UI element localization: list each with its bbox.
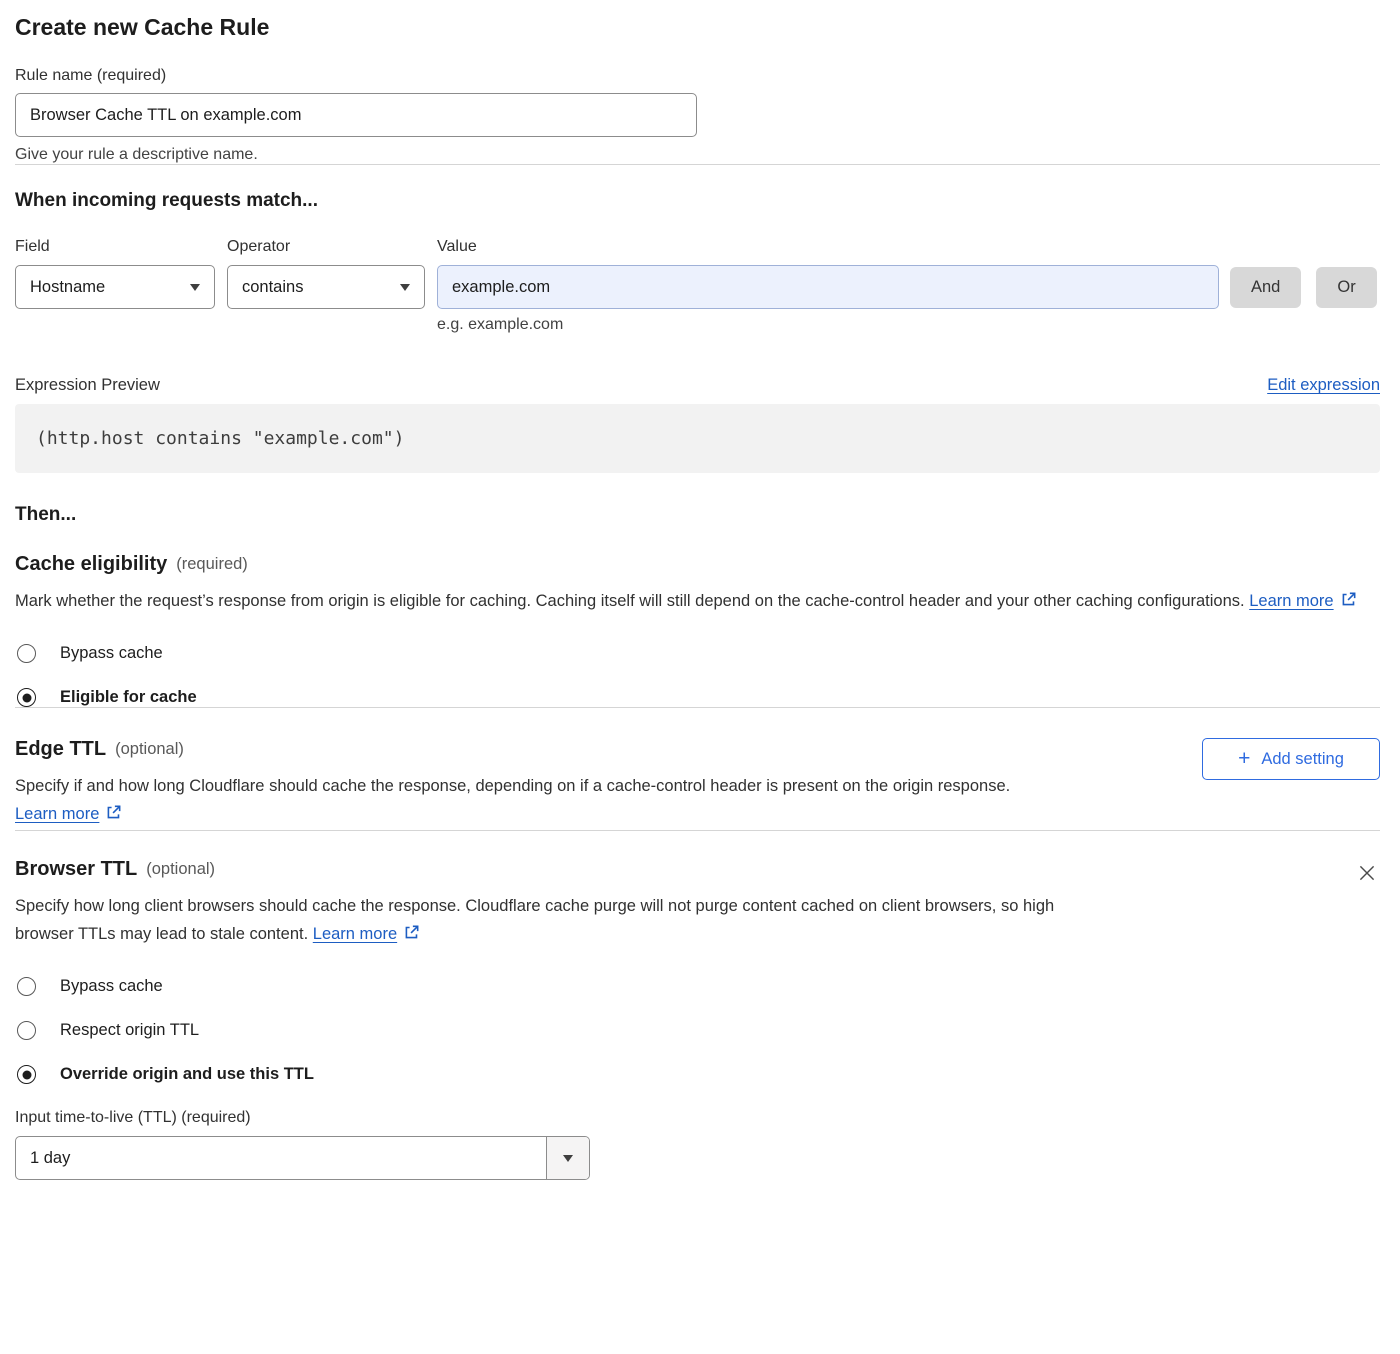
value-input[interactable]: [437, 265, 1219, 309]
value-label: Value: [437, 238, 477, 256]
rule-name-label: Rule name (required): [15, 67, 1380, 85]
expression-preview-label: Expression Preview: [15, 376, 160, 395]
radio-eligible-for-cache[interactable]: Eligible for cache: [15, 688, 1380, 707]
add-setting-button[interactable]: + Add setting: [1202, 738, 1380, 780]
match-column-labels: Field Operator Value: [15, 238, 1380, 256]
edge-ttl-description-text: Specify if and how long Cloudflare shoul…: [15, 777, 1010, 795]
browser-ttl-title-row: Browser TTL (optional): [15, 858, 1115, 881]
radio-icon: [17, 1021, 36, 1040]
external-link-icon: [1340, 594, 1357, 612]
value-helper: e.g. example.com: [437, 316, 1380, 334]
browser-ttl-header: Browser TTL (optional) Specify how long …: [15, 858, 1380, 950]
close-icon[interactable]: [1354, 860, 1380, 886]
radio-selected-icon: [17, 688, 36, 707]
ttl-select[interactable]: 1 day: [15, 1136, 590, 1180]
edge-ttl-qualifier: (optional): [115, 740, 184, 759]
radio-label: Bypass cache: [60, 977, 163, 996]
ttl-input-label: Input time-to-live (TTL) (required): [15, 1109, 1380, 1127]
and-button[interactable]: And: [1230, 267, 1301, 308]
edit-expression-link[interactable]: Edit expression: [1267, 376, 1380, 395]
radio-respect-origin-ttl[interactable]: Respect origin TTL: [15, 1021, 1380, 1040]
cache-eligibility-header: Cache eligibility (required): [15, 553, 1380, 576]
ttl-select-value: 1 day: [16, 1137, 546, 1179]
expression-code-box: (http.host contains "example.com"): [15, 404, 1380, 473]
create-cache-rule-form: Create new Cache Rule Rule name (require…: [15, 14, 1380, 1180]
radio-selected-icon: [17, 1065, 36, 1084]
operator-label: Operator: [227, 238, 437, 256]
learn-more-link[interactable]: Learn more: [15, 805, 99, 823]
external-link-icon: [105, 807, 122, 825]
rule-name-input[interactable]: [15, 93, 697, 137]
radio-icon: [17, 977, 36, 996]
expression-header: Expression Preview Edit expression: [15, 376, 1380, 395]
radio-icon: [17, 644, 36, 663]
plus-icon: +: [1238, 748, 1250, 769]
radio-override-origin-ttl[interactable]: Override origin and use this TTL: [15, 1065, 1380, 1084]
operator-select-value: contains: [242, 278, 303, 297]
radio-label: Bypass cache: [60, 644, 163, 663]
learn-more-link[interactable]: Learn more: [1249, 592, 1333, 610]
radio-label: Eligible for cache: [60, 688, 197, 707]
page-title: Create new Cache Rule: [15, 14, 1380, 41]
cache-eligibility-description: Mark whether the request’s response from…: [15, 587, 1380, 617]
operator-select[interactable]: contains: [227, 265, 425, 309]
radio-bypass-cache[interactable]: Bypass cache: [15, 644, 1380, 663]
ttl-select-arrow-button[interactable]: [546, 1137, 589, 1179]
edge-ttl-description: Specify if and how long Cloudflare shoul…: [15, 772, 1115, 830]
chevron-down-icon: [190, 284, 200, 291]
match-section-heading: When incoming requests match...: [15, 190, 1380, 212]
section-divider: [15, 164, 1380, 165]
field-select-value: Hostname: [30, 278, 105, 297]
edge-ttl-title: Edge TTL: [15, 738, 106, 761]
radio-label: Override origin and use this TTL: [60, 1065, 314, 1084]
external-link-icon: [403, 927, 420, 945]
then-heading: Then...: [15, 504, 1380, 526]
browser-ttl-qualifier: (optional): [146, 860, 215, 879]
browser-ttl-description: Specify how long client browsers should …: [15, 892, 1115, 950]
section-divider: [15, 830, 1380, 831]
or-button[interactable]: Or: [1316, 267, 1376, 308]
section-divider: [15, 707, 1380, 708]
edge-ttl-title-row: Edge TTL (optional): [15, 738, 1115, 761]
learn-more-link[interactable]: Learn more: [313, 925, 397, 943]
match-condition-row: Hostname contains And Or: [15, 265, 1380, 309]
field-label: Field: [15, 238, 227, 256]
cache-eligibility-description-text: Mark whether the request’s response from…: [15, 592, 1245, 610]
cache-eligibility-title: Cache eligibility: [15, 553, 167, 576]
field-select[interactable]: Hostname: [15, 265, 215, 309]
rule-name-helper: Give your rule a descriptive name.: [15, 146, 1380, 164]
edge-ttl-header: Edge TTL (optional) Specify if and how l…: [15, 738, 1380, 830]
radio-label: Respect origin TTL: [60, 1021, 199, 1040]
cache-eligibility-qualifier: (required): [176, 555, 248, 574]
chevron-down-icon: [563, 1155, 573, 1162]
chevron-down-icon: [400, 284, 410, 291]
radio-browser-bypass-cache[interactable]: Bypass cache: [15, 977, 1380, 996]
browser-ttl-description-text: Specify how long client browsers should …: [15, 897, 1054, 943]
browser-ttl-title: Browser TTL: [15, 858, 137, 881]
add-setting-label: Add setting: [1261, 750, 1344, 769]
